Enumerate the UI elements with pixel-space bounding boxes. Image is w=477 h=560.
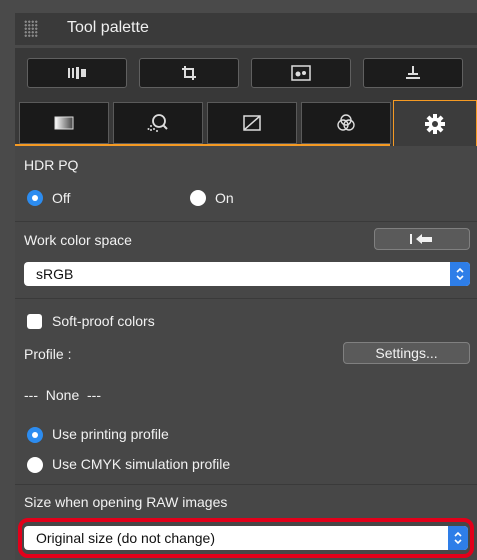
raw-size-label: Size when opening RAW images	[24, 494, 228, 510]
soft-proof-checkbox[interactable]	[27, 314, 42, 329]
image-mask-icon	[291, 65, 311, 81]
drag-grip-icon[interactable]	[24, 20, 38, 38]
work-color-space-value: sRGB	[36, 266, 74, 282]
hdr-off-radio[interactable]	[27, 190, 43, 206]
gradient-square-icon	[54, 116, 74, 130]
tab-basic-adjustment[interactable]	[19, 102, 109, 144]
crop-tool-button[interactable]	[139, 58, 239, 88]
printing-profile-label[interactable]: Use printing profile	[52, 426, 169, 442]
select-stepper-icon	[450, 262, 470, 286]
hdr-off-label[interactable]: Off	[52, 190, 70, 206]
divider	[15, 484, 477, 485]
divider	[15, 298, 477, 299]
work-color-space-reset-button[interactable]	[374, 228, 470, 250]
palette-titlebar[interactable]: Tool palette	[15, 13, 477, 45]
profile-label: Profile :	[24, 346, 72, 362]
stamp-tool-button[interactable]	[363, 58, 463, 88]
hdr-on-label[interactable]: On	[215, 190, 234, 206]
divider	[15, 221, 477, 222]
soft-proof-label[interactable]: Soft-proof colors	[52, 313, 155, 329]
palette-title: Tool palette	[67, 19, 149, 36]
reset-arrow-icon	[410, 234, 432, 244]
cmyk-simulation-label[interactable]: Use CMYK simulation profile	[52, 456, 230, 472]
cmyk-simulation-radio[interactable]	[27, 457, 43, 473]
highlight-frame	[18, 518, 474, 558]
settings-button[interactable]: Settings...	[343, 342, 470, 364]
image-mask-tool-button[interactable]	[251, 58, 351, 88]
magnifier-grid-icon	[147, 114, 168, 132]
printing-profile-radio[interactable]	[27, 427, 43, 443]
color-circles-icon	[337, 114, 355, 131]
profile-value: --- None ---	[24, 387, 101, 403]
hdr-on-radio[interactable]	[190, 190, 206, 206]
gear-icon	[425, 113, 445, 134]
stamp-icon	[406, 66, 420, 79]
tool-toolbar	[15, 48, 477, 100]
tab-settings[interactable]	[393, 100, 477, 146]
work-color-space-select[interactable]: sRGB	[24, 262, 470, 286]
palette-tabs	[15, 100, 477, 146]
tab-detail[interactable]	[113, 102, 203, 144]
adjustment-bars-icon	[68, 67, 86, 79]
hdr-pq-label: HDR PQ	[24, 157, 79, 173]
tab-tone-curve[interactable]	[207, 102, 297, 144]
tab-color[interactable]	[301, 102, 391, 144]
work-color-space-label: Work color space	[24, 232, 132, 248]
crop-icon	[182, 66, 196, 80]
adjustment-tool-button[interactable]	[27, 58, 127, 88]
tone-curve-icon	[243, 115, 261, 131]
